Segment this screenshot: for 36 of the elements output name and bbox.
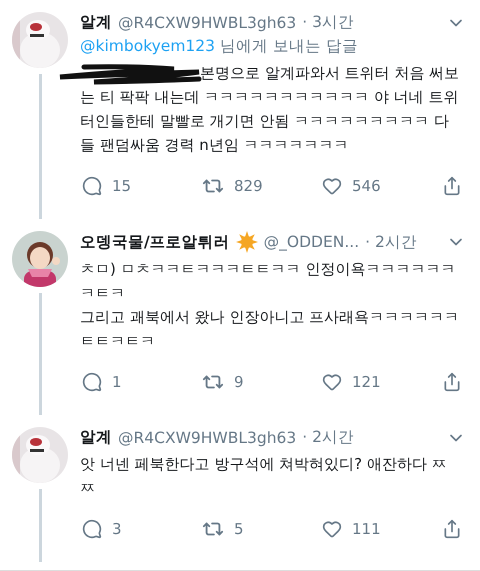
sun-icon [236,231,258,253]
timestamp: · 2시간 [302,427,354,448]
tweet-text: 본명으로 알계파와서 트위터 처음 써보는 티 팍팍 내는데 ㅋㅋㅋㅋㅋㅋㅋㅋㅋㅋㅋ 야 너네 트위터인들한테 말빨로 개기면 안됨 ㅋㅋㅋㅋㅋㅋㅋㅋㅋ 다들 팬덤싸움 경력 n년임 ㅋㅋㅋㅋㅋㅋㅋ [80,63,460,156]
like-button[interactable]: 546 [322,176,422,196]
retweet-button[interactable]: 9 [202,371,302,393]
mention-link[interactable]: @kimbokyem123 [80,37,216,55]
reply-to-text: @kimbokyem123 님에게 보내는 답글 [80,36,359,57]
heart-icon [322,519,342,539]
reply-button[interactable]: 1 [82,372,182,392]
speech-bubble-icon [82,372,102,392]
like-button[interactable]: 121 [322,372,422,392]
user-handle: @R4CXW9HWBL3gh63 [118,14,296,32]
heart-icon [322,372,342,392]
share-icon [442,519,462,539]
share-button[interactable] [442,176,462,196]
speech-bubble-icon [82,519,102,539]
reply-button[interactable]: 15 [82,176,182,196]
share-icon [442,176,462,196]
tweet-text: ㅊㅁ) ㅁㅊㅋㅋㅌㅋㅋㅋㅌㅌㅋㅋ 인정이욕ㅋㅋㅋㅋㅋㅋㅋㅌㅋ 그리고 괘북에서 왔나 인장아니고 프사래욕ㅋㅋㅋㅋㅋㅋㅌㅌㅋㅌㅋ [80,259,460,352]
reply-button[interactable]: 3 [82,519,182,539]
tweet-text: 앗 너넨 페북한다고 방구석에 쳐박혀있디? 애잔하다 ㅉㅉ [80,454,448,499]
timestamp: · 2시간 [365,232,417,252]
share-button[interactable] [442,519,462,539]
retweet-button[interactable]: 829 [202,175,302,197]
user-name[interactable]: 오뎅국물/프로알튀러 [80,232,230,252]
retweet-button[interactable]: 5 [202,518,302,540]
user-handle: @R4CXW9HWBL3gh63 [118,428,296,446]
share-button[interactable] [442,372,462,392]
like-button[interactable]: 111 [322,519,422,539]
user-name[interactable]: 알계 [80,12,112,33]
user-name[interactable]: 알계 [80,427,112,448]
speech-bubble-icon [82,176,102,196]
heart-icon [322,176,342,196]
user-handle: @_ODDEN... [264,233,360,251]
share-icon [442,372,462,392]
timestamp: · 3시간 [302,12,354,33]
